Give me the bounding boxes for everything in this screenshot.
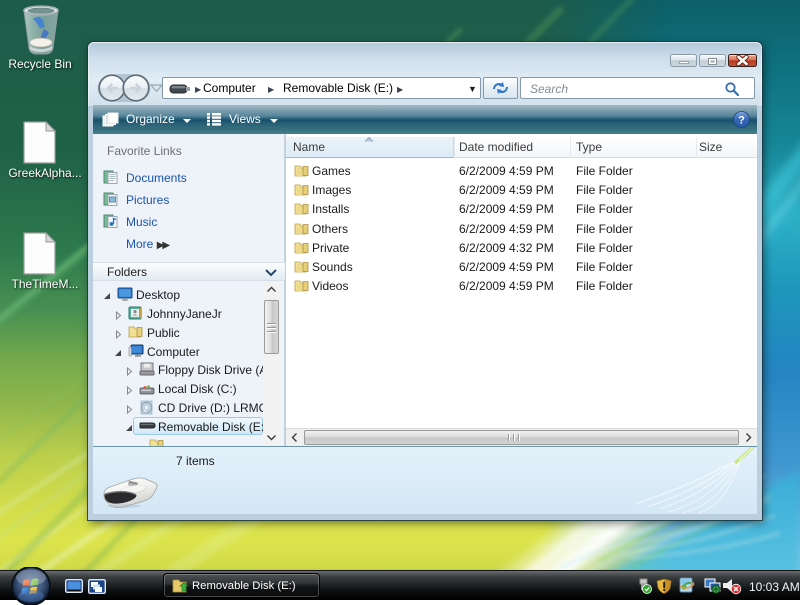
svg-text:?: ?: [738, 115, 745, 127]
